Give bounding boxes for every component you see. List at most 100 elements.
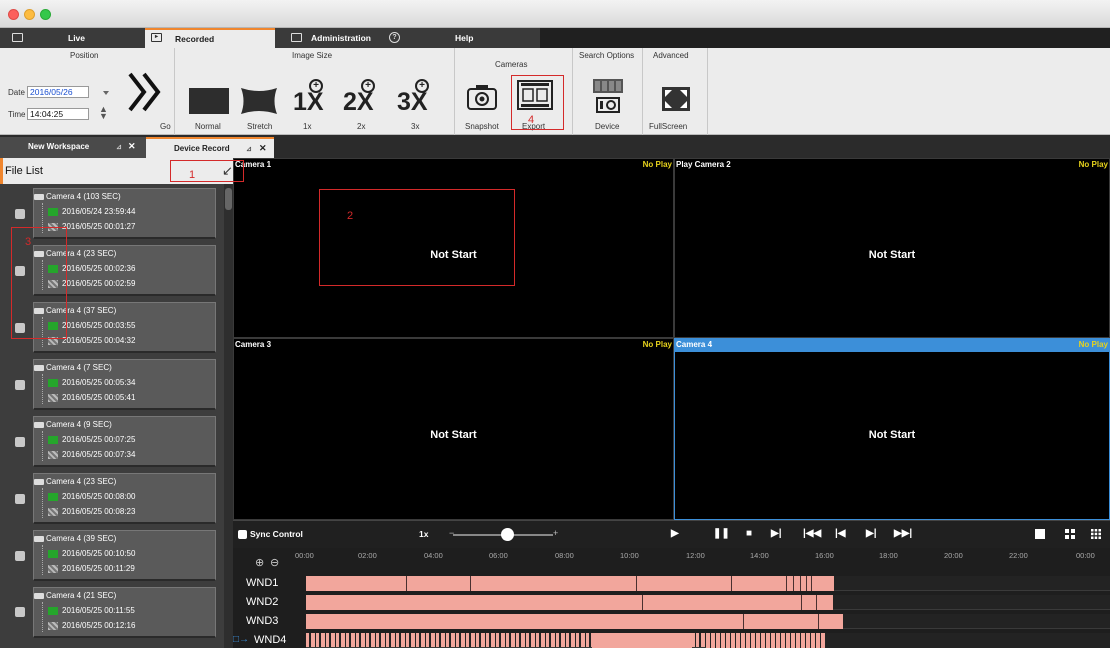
timeline-tick: 20:00: [944, 551, 963, 560]
time-field[interactable]: 14:04:25: [27, 108, 89, 120]
video-cell-2[interactable]: Play Camera 2 No Play Not Start: [674, 158, 1110, 338]
file-checkbox[interactable]: [15, 494, 25, 504]
tab-new-workspace-label: New Workspace: [28, 142, 90, 151]
finish-flag-icon: [48, 621, 58, 630]
zoom-2x-button[interactable]: 2X +: [343, 79, 377, 118]
file-checkbox[interactable]: [15, 437, 25, 447]
slower-icon[interactable]: −: [449, 528, 454, 538]
camera-icon[interactable]: [467, 84, 497, 110]
video-cell-4[interactable]: Camera 4 No Play Not Start: [674, 338, 1110, 520]
pin-icon[interactable]: ⊿: [116, 143, 122, 151]
pin-icon[interactable]: ⊿: [246, 145, 252, 153]
finish-flag-icon: [48, 507, 58, 516]
list-item[interactable]: Camera 4 (21 SEC) 2016/05/25 00:11:55 20…: [33, 587, 216, 638]
quad-view-icon[interactable]: [1065, 529, 1075, 539]
recording-track[interactable]: [306, 595, 1110, 610]
speed-slider[interactable]: − +: [449, 528, 558, 541]
next-frame-icon[interactable]: ▶|: [866, 528, 877, 539]
position-title: Position: [70, 51, 99, 60]
file-checkbox[interactable]: [15, 380, 25, 390]
device-icon[interactable]: [591, 78, 625, 114]
previous-frame-icon[interactable]: |◀: [835, 528, 846, 539]
tab-administration[interactable]: Administration ?: [275, 28, 410, 48]
not-start-message: Not Start: [868, 249, 916, 261]
nine-view-icon[interactable]: [1091, 529, 1101, 539]
file-start-text: 2016/05/25 00:07:25: [62, 435, 136, 444]
go-arrow-icon[interactable]: [128, 70, 164, 114]
close-icon[interactable]: ✕: [259, 143, 267, 154]
tree-line: [42, 488, 43, 518]
annotation-box-collapse: [170, 160, 244, 182]
file-list-scrollbar[interactable]: [224, 184, 233, 648]
skip-to-end-icon[interactable]: ▶▶|: [894, 528, 912, 539]
zoom-out-icon[interactable]: ⊖: [270, 556, 279, 569]
normal-button[interactable]: [189, 88, 229, 114]
timeline-row-wnd4[interactable]: □→ WND4: [233, 632, 1110, 648]
stop-icon[interactable]: ■: [746, 528, 752, 539]
list-item[interactable]: Camera 4 (39 SEC) 2016/05/25 00:10:50 20…: [33, 530, 216, 581]
sync-checkbox[interactable]: [238, 530, 247, 540]
scrollbar-thumb[interactable]: [225, 188, 232, 210]
list-item[interactable]: Camera 4 (9 SEC) 2016/05/25 00:07:25 201…: [33, 416, 216, 467]
file-checkbox[interactable]: [15, 209, 25, 219]
timeline-tick: 22:00: [1009, 551, 1028, 560]
device-label: Device: [595, 122, 620, 131]
timeline-row-wnd2[interactable]: WND2: [233, 594, 1110, 611]
start-flag-icon: [48, 435, 58, 444]
close-icon[interactable]: ✕: [128, 141, 136, 152]
pause-icon[interactable]: ❚❚: [713, 528, 730, 539]
tab-device-record[interactable]: Device Record ⊿ ✕: [146, 137, 274, 158]
not-start-message: Not Start: [868, 429, 916, 441]
start-flag-icon: [48, 378, 58, 387]
zoom-1x-text: 1X: [293, 88, 324, 116]
no-play-status: No Play: [642, 160, 672, 169]
stretch-icon[interactable]: [239, 86, 279, 116]
faster-icon[interactable]: +: [553, 528, 558, 538]
list-item[interactable]: Camera 4 (23 SEC) 2016/05/25 00:08:00 20…: [33, 473, 216, 524]
zoom-in-icon[interactable]: ⊕: [255, 556, 264, 569]
time-stepper[interactable]: ▲ ▼: [99, 105, 108, 121]
zoom-3x-button[interactable]: 3X +: [397, 79, 431, 118]
tab-live[interactable]: Live: [0, 28, 145, 48]
timeline-row-wnd1[interactable]: WND1: [233, 575, 1110, 592]
recording-track[interactable]: [306, 576, 1110, 591]
recording-track[interactable]: [306, 633, 1110, 648]
tab-help[interactable]: Help: [410, 28, 540, 48]
finish-flag-icon: [48, 393, 58, 402]
current-window-arrow-icon: □→: [233, 634, 250, 645]
timeline-tick: 06:00: [489, 551, 508, 560]
monitor-icon: [12, 33, 23, 42]
step-forward-icon[interactable]: ▶|: [771, 528, 782, 539]
playback-control-bar: Sync Control 1x − + ▶ ❚❚ ■ ▶| |◀◀ |◀ ▶| …: [233, 520, 1110, 548]
file-end-time: 2016/05/25 00:05:41: [48, 393, 135, 402]
file-checkbox[interactable]: [15, 551, 25, 561]
file-checkbox[interactable]: [15, 607, 25, 617]
file-camera-name: Camera 4 (21 SEC): [34, 591, 116, 600]
zoom-window-button[interactable]: [40, 9, 51, 20]
annotation-number: 3: [25, 236, 32, 248]
tab-recorded[interactable]: ▸ Recorded: [145, 28, 275, 48]
start-flag-icon: [48, 207, 58, 216]
skip-to-start-icon[interactable]: |◀◀: [803, 528, 821, 539]
list-item[interactable]: Camera 4 (7 SEC) 2016/05/25 00:05:34 201…: [33, 359, 216, 410]
position-group: Position Date 2016/05/26 Time 14:04:25 ▲…: [0, 48, 175, 135]
fullscreen-icon[interactable]: [661, 86, 691, 112]
advanced-title: Advanced: [653, 51, 689, 60]
recording-track[interactable]: [306, 614, 1110, 629]
timeline-row-wnd3[interactable]: WND3: [233, 613, 1110, 630]
segment-divider: [818, 614, 819, 629]
sync-control[interactable]: Sync Control: [238, 529, 303, 540]
video-cell-3[interactable]: Camera 3 No Play Not Start: [233, 338, 674, 520]
tab-new-workspace[interactable]: New Workspace ⊿ ✕: [0, 137, 146, 158]
single-view-icon[interactable]: [1035, 529, 1045, 539]
close-window-button[interactable]: [8, 9, 19, 20]
speed-slider-knob[interactable]: [501, 528, 514, 541]
play-icon[interactable]: ▶: [671, 528, 679, 539]
zoom-1x-button[interactable]: 1X +: [293, 79, 325, 118]
minimize-window-button[interactable]: [24, 9, 35, 20]
timeline-tick: 14:00: [750, 551, 769, 560]
main-tab-strip: Live ▸ Recorded Administration ? Help: [0, 28, 1110, 48]
chevron-down-icon[interactable]: [103, 91, 109, 95]
file-start-time: 2016/05/25 00:08:00: [48, 492, 135, 501]
date-field[interactable]: 2016/05/26: [27, 86, 89, 98]
